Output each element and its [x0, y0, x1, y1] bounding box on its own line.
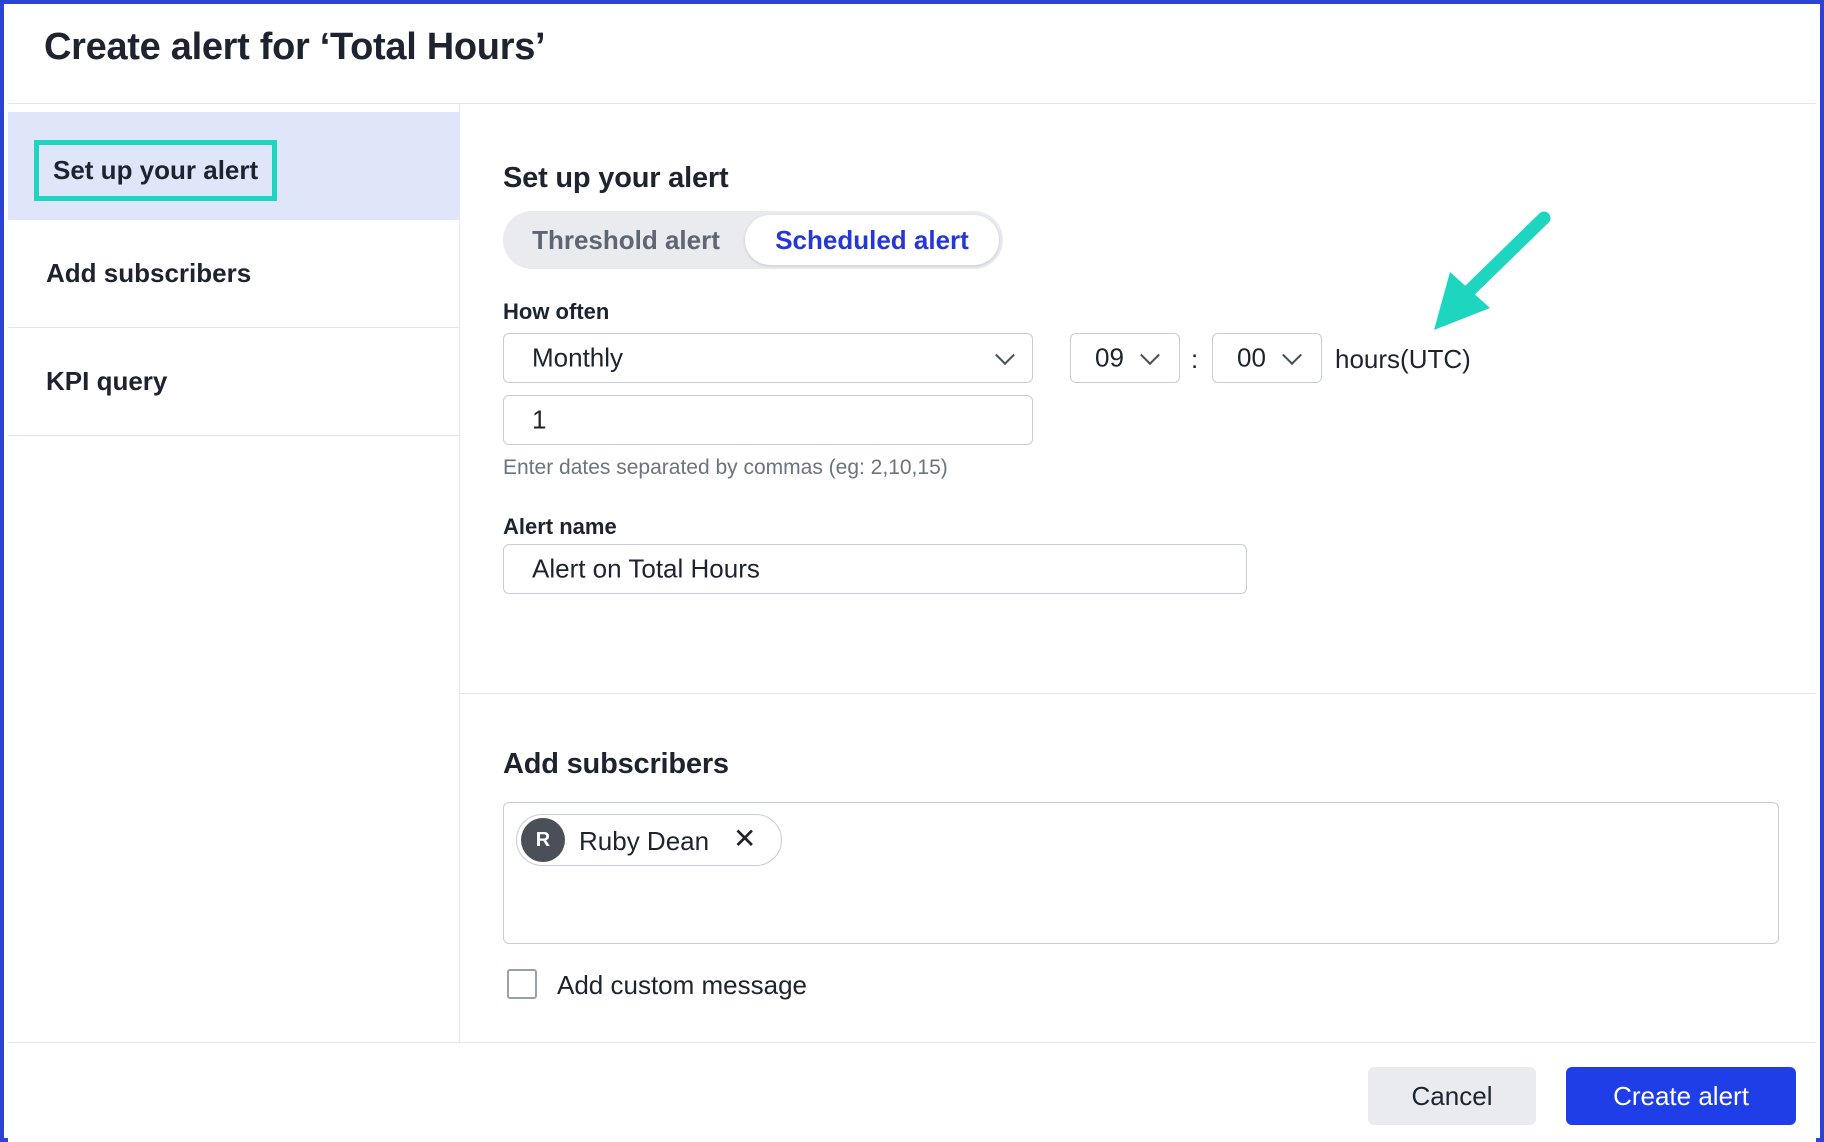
subscribers-heading: Add subscribers	[503, 748, 729, 780]
subscriber-name: Ruby Dean	[579, 826, 710, 856]
dialog-header: Create alert for ‘Total Hours’	[8, 8, 1816, 104]
alert-name-input[interactable]: Alert on Total Hours	[503, 544, 1247, 594]
sidebar-nav: Set up your alert Add subscribers KPI qu…	[8, 104, 460, 1042]
sidebar-item-label: KPI query	[46, 366, 168, 396]
time-units-label: hours(UTC)	[1335, 344, 1471, 374]
custom-message-label: Add custom message	[557, 970, 808, 1000]
how-often-label: How often	[503, 299, 610, 324]
create-alert-button[interactable]: Create alert	[1566, 1067, 1796, 1125]
sidebar-item-subscribers[interactable]: Add subscribers	[8, 220, 459, 328]
minute-select[interactable]: 00	[1212, 333, 1322, 383]
chevron-down-icon	[995, 345, 1015, 366]
frequency-select[interactable]: Monthly	[503, 333, 1033, 383]
custom-message-checkbox[interactable]	[507, 969, 537, 999]
dialog: Create alert for ‘Total Hours’ Set up yo…	[0, 0, 1824, 1142]
time-separator: :	[1191, 344, 1199, 374]
chevron-down-icon	[1282, 345, 1302, 366]
avatar: R	[521, 818, 565, 862]
pointer-arrow-icon	[1434, 211, 1551, 330]
sidebar-item-label: Set up your alert	[34, 140, 278, 201]
close-icon[interactable]: ✕	[733, 822, 756, 855]
hour-select[interactable]: 09	[1070, 333, 1180, 383]
alert-name-label: Alert name	[503, 514, 617, 539]
sidebar-item-setup[interactable]: Set up your alert	[8, 112, 459, 220]
dates-hint: Enter dates separated by commas (eg: 2,1…	[503, 456, 948, 479]
cancel-button[interactable]: Cancel	[1368, 1067, 1536, 1125]
main-content: Set up your alert Threshold alert Schedu…	[460, 104, 1816, 1042]
scheduled-alert-option[interactable]: Scheduled alert	[745, 215, 999, 265]
frequency-value: Monthly	[532, 342, 624, 373]
chevron-down-icon	[1140, 345, 1160, 366]
alert-name-value: Alert on Total Hours	[532, 553, 760, 584]
sidebar-item-label: Add subscribers	[46, 258, 252, 288]
sidebar-item-kpi-query[interactable]: KPI query	[8, 328, 459, 436]
subscribers-input[interactable]: R Ruby Dean ✕	[503, 802, 1779, 944]
dates-input-value: 1	[532, 404, 547, 435]
dialog-footer: Cancel Create alert	[8, 1042, 1816, 1142]
setup-heading: Set up your alert	[503, 162, 729, 194]
dates-input[interactable]: 1	[503, 395, 1033, 445]
dialog-title: Create alert for ‘Total Hours’	[44, 26, 546, 68]
minute-value: 00	[1237, 342, 1266, 373]
subscriber-chip: R Ruby Dean ✕	[516, 814, 782, 866]
hour-value: 09	[1095, 342, 1124, 373]
threshold-alert-option[interactable]: Threshold alert	[507, 215, 745, 265]
section-divider	[460, 693, 1816, 694]
alert-type-toggle: Threshold alert Scheduled alert	[503, 211, 1003, 269]
